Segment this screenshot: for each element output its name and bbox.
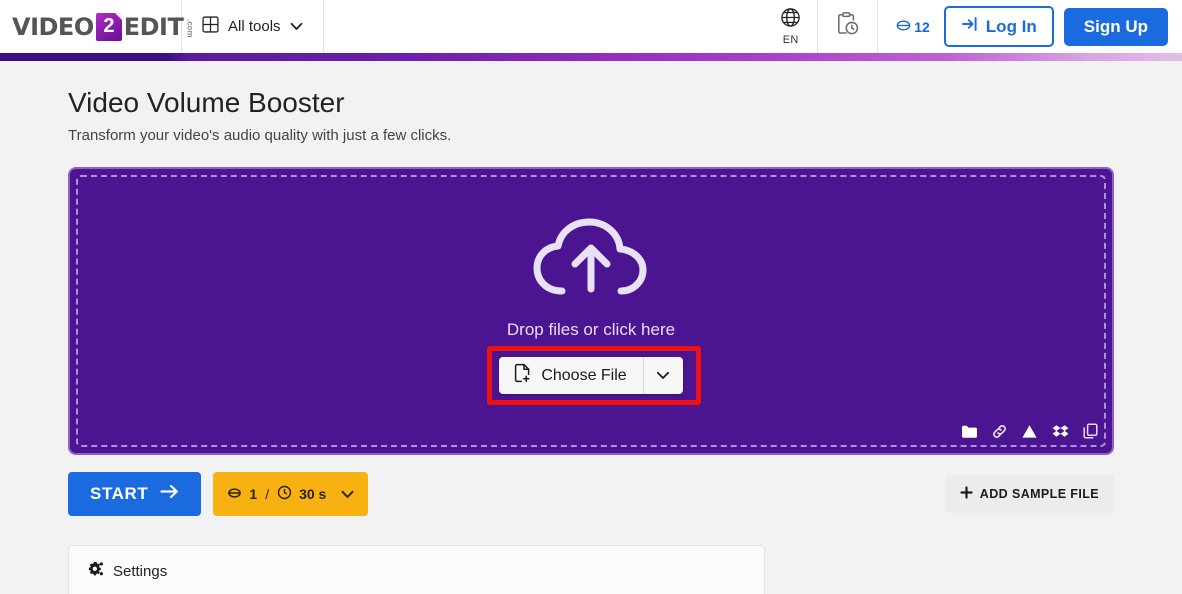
globe-icon [780,7,801,33]
settings-label: Settings [113,563,168,580]
choose-file-button[interactable]: Choose File [499,357,683,394]
login-button[interactable]: Log In [943,6,1054,47]
chevron-down-icon [656,367,670,385]
logo-text-video: VIDEO [12,12,94,41]
credits-duration-badge[interactable]: 1 / 30 s [213,472,369,516]
choose-file-label: Choose File [541,366,627,384]
dropzone-dashed-border [76,175,1106,447]
chevron-down-icon [341,486,354,502]
choose-file-dropdown-toggle[interactable] [642,357,683,394]
all-tools-label: All tools [228,18,281,35]
brand-gradient-bar [0,53,1182,61]
arrow-right-icon [160,484,179,504]
file-dropzone[interactable]: Drop files or click here Choose File [68,167,1114,455]
clock-icon [277,485,292,503]
clipboard-copy-icon[interactable] [1083,423,1098,439]
credit-coin-icon [227,486,242,503]
chevron-down-icon [290,18,303,35]
choose-file-wrapper: Choose File [487,346,702,405]
file-history-button[interactable] [817,0,879,53]
badge-separator: / [265,486,270,502]
site-logo[interactable]: VIDEO 2 EDIT .com [0,0,194,53]
page-title: Video Volume Booster [68,87,345,118]
action-row: START 1 / 30 s ADD SAMPLE FILE [68,472,1114,516]
add-sample-file-button[interactable]: ADD SAMPLE FILE [944,475,1114,513]
dropzone-label: Drop files or click here [506,320,676,339]
app-header: VIDEO 2 EDIT .com All tools EN 12 Log In… [0,0,1182,53]
header-actions: EN 12 Log In Sign Up [764,0,1182,53]
file-add-icon [513,363,532,388]
link-icon[interactable] [992,424,1007,439]
folder-icon[interactable] [961,424,978,439]
plus-icon [960,486,973,502]
settings-panel[interactable]: Settings [68,545,765,594]
page-content: Video Volume Booster Transform your vide… [0,87,1182,594]
header-spacer [324,0,765,53]
logo-tile-2: 2 [95,12,122,41]
badge-credits-value: 1 [249,486,258,502]
import-service-icons [961,423,1098,439]
clipboard-clock-icon [834,11,861,43]
grid-icon [202,16,219,37]
all-tools-menu[interactable]: All tools [182,0,324,53]
language-label: EN [782,34,799,46]
login-arrow-icon [961,15,979,38]
badge-duration-value: 30 s [299,486,327,502]
credits-indicator[interactable]: 12 [878,0,944,53]
gears-icon [87,561,104,582]
add-sample-file-label: ADD SAMPLE FILE [979,487,1099,501]
login-label: Log In [985,16,1037,36]
dropbox-icon[interactable] [1052,424,1069,439]
choose-file-main[interactable]: Choose File [499,357,642,394]
logo-text-edit: EDIT [123,12,184,41]
page-subtitle: Transform your video's audio quality wit… [68,127,452,144]
start-label: START [90,484,149,503]
google-drive-icon[interactable] [1021,424,1038,439]
cloud-upload-icon [532,217,650,306]
credit-coin-icon [896,18,911,36]
auth-buttons: Log In Sign Up [943,0,1182,53]
start-button[interactable]: START [68,472,202,516]
language-selector[interactable]: EN [764,0,817,53]
credits-value: 12 [914,18,930,35]
signup-button[interactable]: Sign Up [1063,7,1168,46]
